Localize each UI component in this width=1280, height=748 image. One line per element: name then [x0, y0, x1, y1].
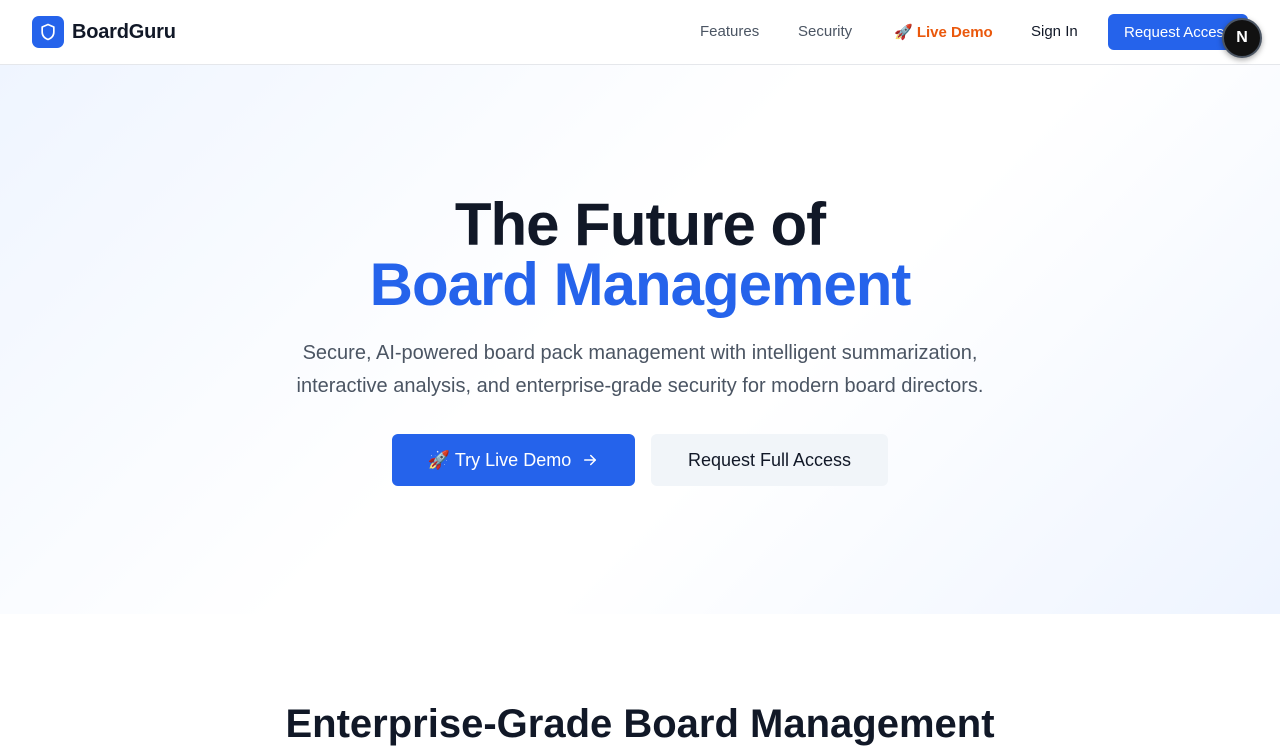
try-live-demo-label: 🚀 Try Live Demo — [427, 449, 572, 470]
hero-title-line2: Board Management — [369, 251, 912, 318]
request-full-access-label: Request Full Access — [687, 449, 852, 470]
brand-name: BoardGuru — [72, 20, 176, 43]
shield-icon — [32, 16, 64, 48]
request-access-label: Request Access — [1124, 23, 1232, 41]
nav-link-features[interactable]: Features — [700, 23, 759, 40]
nav-link-security[interactable]: Security — [798, 23, 852, 40]
sign-in-link[interactable]: Sign In — [1031, 23, 1078, 40]
features-section-heading: Enterprise-Grade Board Management — [285, 702, 995, 746]
hero-title-line1: The Future of — [454, 191, 826, 258]
try-live-demo-button[interactable]: 🚀 Try Live Demo — [392, 434, 635, 486]
floating-badge[interactable]: N — [1222, 18, 1262, 58]
arrow-right-icon — [581, 451, 599, 469]
nav-link-live-demo[interactable]: 🚀 Live Demo — [894, 23, 993, 41]
brand[interactable]: BoardGuru — [32, 16, 176, 48]
hero-subtitle: Secure, AI-powered board pack management… — [240, 337, 1040, 403]
hero-section: The Future of Board Management Secure, A… — [0, 65, 1280, 614]
nav-links: Features Security 🚀 Live Demo Sign In — [0, 0, 1280, 65]
hero-subtitle-line1: Secure, AI-powered board pack management… — [302, 342, 978, 364]
request-full-access-button[interactable]: Request Full Access — [651, 434, 888, 486]
hero-subtitle-line2: interactive analysis, and enterprise-gra… — [296, 375, 984, 397]
top-navbar: BoardGuru Features Security 🚀 Live Demo … — [0, 0, 1280, 65]
